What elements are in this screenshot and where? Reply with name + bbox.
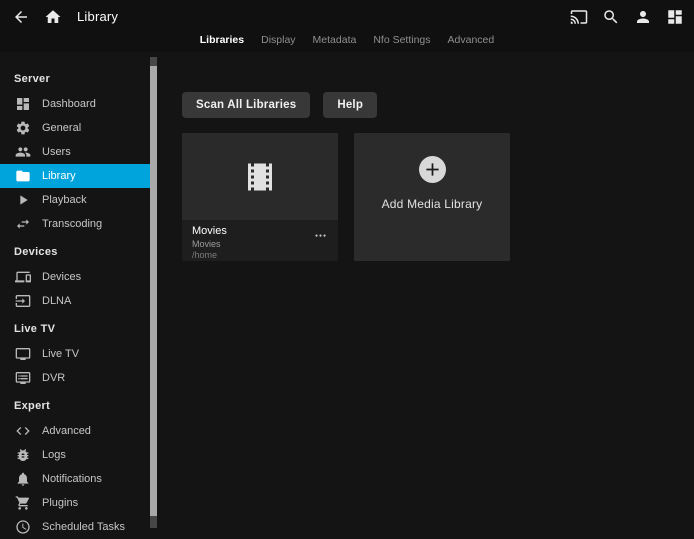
sidebar-section-live-tv: Live TV Live TV DVR <box>0 323 158 390</box>
sidebar-item-notifications[interactable]: Notifications <box>0 467 150 491</box>
sidebar-section-header: Server <box>0 73 158 86</box>
title-row: Library <box>0 0 694 33</box>
header-actions <box>568 6 686 28</box>
page-body: Server Dashboard General Users Library Playba… <box>0 52 694 528</box>
sidebar-item-dlna[interactable]: DLNA <box>0 289 150 313</box>
swap-arrows-icon <box>15 216 31 232</box>
sidebar-item-label: Plugins <box>42 497 78 509</box>
dashboard-icon <box>15 96 31 112</box>
sidebar-item-label: Playback <box>42 194 87 206</box>
people-icon <box>15 144 31 160</box>
sidebar-item-label: Notifications <box>42 473 102 485</box>
gear-icon <box>15 120 31 136</box>
sidebar-section-header: Live TV <box>0 323 158 336</box>
sidebar-item-label: Devices <box>42 271 81 283</box>
library-type: Movies <box>192 239 328 250</box>
sidebar-item-label: Library <box>42 170 76 182</box>
sidebar-section-devices: Devices Devices DLNA <box>0 246 158 313</box>
play-icon <box>15 192 31 208</box>
add-media-library-card[interactable]: Add Media Library <box>354 133 510 261</box>
sidebar-item-playback[interactable]: Playback <box>0 188 150 212</box>
sidebar-section-server: Server Dashboard General Users Library Playba… <box>0 73 158 236</box>
library-name: Movies <box>192 225 328 238</box>
sidebar-item-logs[interactable]: Logs <box>0 443 150 467</box>
more-dots-icon[interactable]: ●●● <box>315 232 327 241</box>
devices-icon <box>15 269 31 285</box>
top-bar: Library Libraries Display Metadata Nfo Sett… <box>0 0 694 52</box>
cast-button[interactable] <box>568 6 590 28</box>
code-icon <box>15 423 31 439</box>
scan-all-libraries-button[interactable]: Scan All Libraries <box>182 92 310 118</box>
library-card-image[interactable] <box>182 133 338 220</box>
sidebar-item-label: General <box>42 122 81 134</box>
sidebar-item-label: DLNA <box>42 295 71 307</box>
library-path: /home <box>192 250 328 261</box>
cart-icon <box>15 495 31 511</box>
dvr-icon <box>15 370 31 386</box>
sidebar-item-label: Live TV <box>42 348 79 360</box>
tab-metadata[interactable]: Metadata <box>311 33 359 47</box>
toolbar: Scan All Libraries Help <box>182 92 694 118</box>
tab-display[interactable]: Display <box>259 33 297 47</box>
sidebar-item-live-tv[interactable]: Live TV <box>0 342 150 366</box>
add-media-library-label: Add Media Library <box>382 197 483 211</box>
library-content: Scan All Libraries Help MoviesMovies/hom… <box>158 52 694 528</box>
sidebar-item-scheduled-tasks[interactable]: Scheduled Tasks <box>0 515 150 539</box>
bell-icon <box>15 471 31 487</box>
library-cards: MoviesMovies/home ●●● Add Media Library <box>182 133 694 261</box>
tab-advanced[interactable]: Advanced <box>446 33 497 47</box>
sidebar-item-transcoding[interactable]: Transcoding <box>0 212 150 236</box>
sidebar-item-label: Dashboard <box>42 98 96 110</box>
sidebar-section-header: Devices <box>0 246 158 259</box>
sidebar-item-dashboard[interactable]: Dashboard <box>0 92 150 116</box>
sidebar-item-label: Scheduled Tasks <box>42 521 125 533</box>
bug-icon <box>15 447 31 463</box>
folder-icon <box>15 168 31 184</box>
sidebar-item-devices[interactable]: Devices <box>0 265 150 289</box>
sidebar-item-advanced[interactable]: Advanced <box>0 419 150 443</box>
sidebar-menu: Server Dashboard General Users Library Playba… <box>0 52 158 539</box>
sidebar-item-label: DVR <box>42 372 65 384</box>
search-button[interactable] <box>600 6 622 28</box>
library-card-movies[interactable]: MoviesMovies/home ●●● <box>182 133 338 261</box>
page-title: Library <box>77 9 118 24</box>
user-button[interactable] <box>632 6 654 28</box>
tab-libraries[interactable]: Libraries <box>198 33 246 47</box>
library-card-info: MoviesMovies/home ●●● <box>182 220 338 261</box>
sidebar-item-dvr[interactable]: DVR <box>0 366 150 390</box>
dashboard-button[interactable] <box>664 6 686 28</box>
home-button[interactable] <box>42 6 64 28</box>
sidebar-item-label: Advanced <box>42 425 91 437</box>
back-button[interactable] <box>10 6 32 28</box>
sidebar-item-label: Transcoding <box>42 218 102 230</box>
sidebar-scrollbar-track[interactable] <box>150 57 157 528</box>
sidebar-section-header: Expert <box>0 400 158 413</box>
tv-icon <box>15 346 31 362</box>
clock-icon <box>15 519 31 535</box>
sidebar-item-plugins[interactable]: Plugins <box>0 491 150 515</box>
sidebar-item-users[interactable]: Users <box>0 140 150 164</box>
sidebar-item-label: Users <box>42 146 71 158</box>
sidebar-section-expert: Expert Advanced Logs Notifications Plugins Sc… <box>0 400 158 539</box>
tab-bar: Libraries Display Metadata Nfo Settings Adva… <box>0 33 694 52</box>
sidebar-item-library[interactable]: Library <box>0 164 150 188</box>
help-button[interactable]: Help <box>323 92 377 118</box>
tab-nfo-settings[interactable]: Nfo Settings <box>371 33 432 47</box>
plus-icon <box>419 156 446 183</box>
sidebar-item-general[interactable]: General <box>0 116 150 140</box>
input-icon <box>15 293 31 309</box>
sidebar-scrollbar-thumb[interactable] <box>150 66 157 516</box>
admin-sidebar: Server Dashboard General Users Library Playba… <box>0 52 158 528</box>
film-strip-icon <box>242 159 278 195</box>
sidebar-item-label: Logs <box>42 449 66 461</box>
